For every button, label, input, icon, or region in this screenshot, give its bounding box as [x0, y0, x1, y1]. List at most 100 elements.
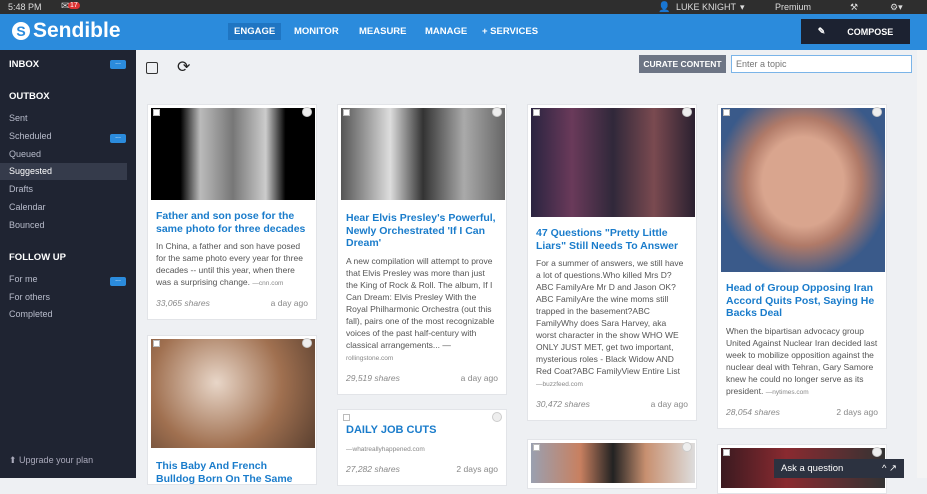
tools-icon[interactable]: ⚒ [850, 2, 858, 13]
post-time: a day ago [270, 298, 308, 308]
sidebar-item-drafts[interactable]: Drafts [9, 184, 136, 194]
user-menu[interactable]: LUKE KNIGHT [676, 2, 736, 12]
refresh-icon[interactable]: ⟳ [177, 57, 190, 77]
sidebar-inbox[interactable]: INBOX [9, 59, 39, 70]
share-count: 30,472 shares [536, 399, 590, 409]
card-menu-icon[interactable] [302, 338, 312, 348]
sidebar-outbox[interactable]: OUTBOX [9, 91, 50, 102]
article-title[interactable]: 47 Questions "Pretty Little Liars" Still… [536, 227, 688, 252]
gear-icon[interactable]: ⚙▾ [890, 2, 903, 13]
article-source: rollingstone.com [346, 354, 394, 362]
inbox-more-button[interactable]: ... [110, 59, 126, 69]
article-title[interactable]: Head of Group Opposing Iran Accord Quits… [726, 282, 878, 320]
content-card[interactable] [527, 439, 697, 489]
card-menu-icon[interactable] [302, 107, 312, 117]
ask-question-label: Ask a question [781, 463, 844, 474]
arrow-up-icon: ⬆ [9, 455, 20, 465]
plan-label[interactable]: Premium [775, 2, 811, 12]
card-checkbox[interactable] [153, 109, 160, 116]
post-time: a day ago [650, 399, 688, 409]
article-source: —whatreallyhappened.com [346, 445, 425, 453]
article-title[interactable]: Father and son pose for the same photo f… [156, 210, 308, 235]
system-bar: 5:48 PM ✉ 17 👤 LUKE KNIGHT ▾ Premium ⚒ ⚙… [0, 0, 927, 14]
post-time: a day ago [460, 372, 498, 383]
avatar: 👤 [658, 2, 671, 13]
sidebar-item-calendar[interactable]: Calendar [9, 202, 136, 212]
article-description: In China, a father and son have posed fo… [156, 241, 303, 287]
article-source: —cnn.com [252, 280, 284, 287]
content-card[interactable]: DAILY JOB CUTS —whatreallyhappened.com 2… [337, 409, 507, 486]
logo-icon: S [12, 22, 30, 40]
nav-monitor[interactable]: MONITOR [288, 23, 345, 40]
card-checkbox[interactable] [723, 109, 730, 116]
share-count: 28,054 shares [726, 406, 780, 417]
compose-label: COMPOSE [847, 26, 894, 37]
card-checkbox[interactable] [533, 444, 540, 451]
sidebar-item-queued[interactable]: Queued [9, 149, 136, 159]
pencil-icon: ✎ [817, 26, 826, 36]
card-checkbox[interactable] [343, 109, 350, 116]
content-card[interactable]: Head of Group Opposing Iran Accord Quits… [717, 104, 887, 429]
share-count: 27,282 shares [346, 463, 400, 474]
card-menu-icon[interactable] [682, 442, 692, 452]
upgrade-link[interactable]: ⬆ Upgrade your plan [9, 455, 93, 466]
article-description: For a summer of answers, we still have a… [536, 258, 684, 388]
sidebar-item-completed[interactable]: Completed [9, 309, 136, 319]
article-image [151, 108, 315, 200]
logo-text: Sendible [33, 19, 121, 42]
card-menu-icon[interactable] [492, 107, 502, 117]
sidebar-item-suggested[interactable]: Suggested [0, 163, 127, 180]
article-image [721, 108, 885, 272]
article-source: —nytimes.com [765, 388, 809, 396]
ask-question-widget[interactable]: Ask a question ^ ↗ [774, 459, 904, 478]
content-card[interactable]: This Baby And French Bulldog Born On The… [147, 335, 317, 485]
expand-icon[interactable]: ^ ↗ [882, 463, 897, 474]
article-source: —buzzfeed.com [536, 381, 583, 388]
logo[interactable]: S Sendible [12, 19, 121, 43]
post-time: 2 days ago [836, 406, 878, 417]
content-card[interactable]: 47 Questions "Pretty Little Liars" Still… [527, 104, 697, 421]
card-checkbox[interactable] [153, 340, 160, 347]
share-count: 33,065 shares [156, 298, 210, 308]
forme-more-button[interactable]: ... [110, 276, 126, 286]
select-all-checkbox[interactable] [146, 62, 158, 74]
card-checkbox[interactable] [723, 449, 730, 456]
notification-badge: 17 [68, 2, 80, 9]
sidebar-followup[interactable]: FOLLOW UP [9, 252, 66, 263]
content-card[interactable]: Father and son pose for the same photo f… [147, 104, 317, 320]
sidebar-item-for-others[interactable]: For others [9, 292, 136, 302]
post-time: 2 days ago [456, 463, 498, 474]
article-title[interactable]: DAILY JOB CUTS [346, 424, 498, 437]
share-count: 29,519 shares [346, 372, 400, 383]
compose-button[interactable]: ✎ COMPOSE [801, 19, 910, 44]
card-menu-icon[interactable] [682, 107, 692, 117]
article-image [341, 108, 505, 200]
article-description: A new compilation will attempt to prove … [346, 255, 495, 362]
nav-engage[interactable]: ENGAGE [228, 23, 282, 40]
article-title[interactable]: Hear Elvis Presley's Powerful, Newly Orc… [346, 212, 498, 250]
card-menu-icon[interactable] [872, 447, 882, 457]
nav-manage[interactable]: MANAGE [419, 23, 473, 40]
article-image [531, 108, 695, 217]
scrollbar[interactable] [917, 50, 927, 478]
article-title[interactable]: This Baby And French Bulldog Born On The… [156, 460, 308, 485]
card-menu-icon[interactable] [492, 412, 502, 422]
card-checkbox[interactable] [343, 414, 350, 421]
upgrade-label: Upgrade your plan [19, 455, 94, 465]
nav-services[interactable]: + SERVICES [476, 23, 544, 40]
header: S Sendible ENGAGE MONITOR MEASURE MANAGE … [0, 14, 927, 50]
content-card[interactable]: Hear Elvis Presley's Powerful, Newly Orc… [337, 104, 507, 395]
card-menu-icon[interactable] [872, 107, 882, 117]
article-image [531, 443, 695, 483]
sidebar-item-sent[interactable]: Sent [9, 113, 136, 123]
card-checkbox[interactable] [533, 109, 540, 116]
article-description: When the bipartisan advocacy group Unite… [726, 325, 878, 396]
topic-input[interactable] [731, 55, 912, 73]
sidebar: INBOX ... OUTBOX Sent Scheduled ... Queu… [0, 50, 136, 478]
nav-measure[interactable]: MEASURE [353, 23, 413, 40]
scheduled-more-button[interactable]: ... [110, 133, 126, 143]
sidebar-item-bounced[interactable]: Bounced [9, 220, 136, 230]
clock: 5:48 PM [8, 2, 42, 12]
chevron-down-icon: ▾ [740, 2, 745, 12]
curate-content-button[interactable]: CURATE CONTENT [639, 55, 726, 73]
